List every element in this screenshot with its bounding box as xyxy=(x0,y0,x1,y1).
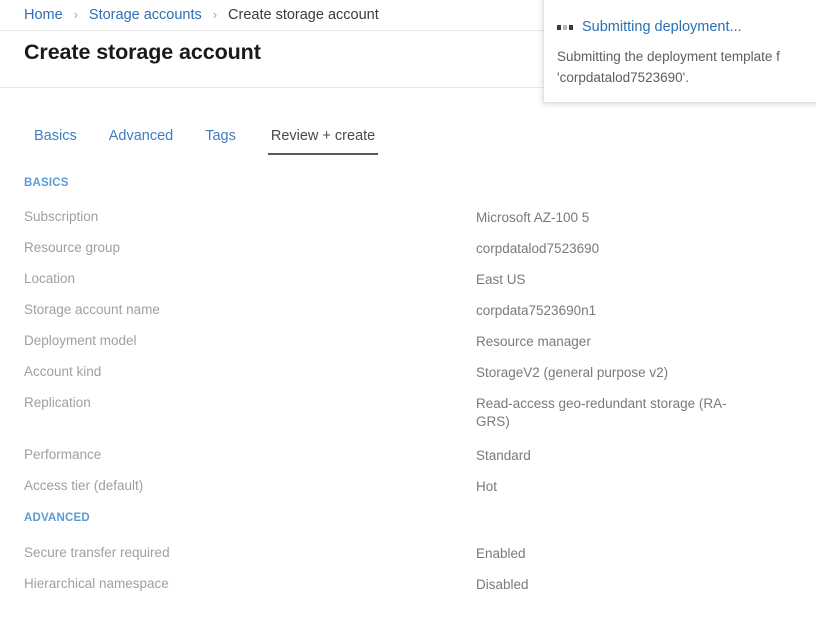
page-title: Create storage account xyxy=(24,40,261,64)
tab-review-create[interactable]: Review + create xyxy=(267,128,379,155)
breadcrumb-separator-icon: › xyxy=(212,8,217,22)
row-value: Hot xyxy=(476,479,498,494)
breadcrumb-item-storage-accounts[interactable]: Storage accounts xyxy=(89,7,202,23)
in-progress-icon xyxy=(557,24,573,30)
row-label: Replication xyxy=(24,395,91,410)
notification-toast[interactable]: Submitting deployment... Submitting the … xyxy=(543,0,816,103)
row-value: Microsoft AZ-100 5 xyxy=(476,210,590,225)
row-value: corpdata7523690n1 xyxy=(476,303,597,318)
row-value: corpdatalod7523690 xyxy=(476,241,600,256)
notification-body-line-1: Submitting the deployment template f xyxy=(557,49,780,64)
breadcrumb: Home › Storage accounts › Create storage… xyxy=(24,6,379,24)
row-label: Account kind xyxy=(24,364,102,379)
section-heading-basics: BASICS xyxy=(24,177,69,189)
row-value: Enabled xyxy=(476,546,526,561)
row-label: Deployment model xyxy=(24,333,137,348)
row-label: Location xyxy=(24,271,76,286)
row-label: Secure transfer required xyxy=(24,545,170,560)
row-label: Hierarchical namespace xyxy=(24,576,169,591)
breadcrumb-item-create-storage-account: Create storage account xyxy=(228,7,379,23)
notification-body-line-2: 'corpdatalod7523690'. xyxy=(557,70,690,85)
row-label: Access tier (default) xyxy=(24,478,144,493)
tab-advanced[interactable]: Advanced xyxy=(109,128,174,155)
section-heading-advanced: ADVANCED xyxy=(24,512,90,524)
notification-body: Submitting the deployment template f 'co… xyxy=(544,35,816,88)
row-value: Read-access geo-redundant storage (RA-GR… xyxy=(476,396,727,429)
notification-header: Submitting deployment... xyxy=(544,19,816,35)
tab-basics[interactable]: Basics xyxy=(34,128,77,155)
row-label: Performance xyxy=(24,447,102,462)
tab-tags[interactable]: Tags xyxy=(205,128,236,155)
row-label: Resource group xyxy=(24,240,121,255)
notification-title[interactable]: Submitting deployment... xyxy=(582,19,742,35)
row-value: East US xyxy=(476,272,526,287)
row-label: Storage account name xyxy=(24,302,160,317)
wizard-tabs: Basics Advanced Tags Review + create xyxy=(34,128,379,155)
row-label: Subscription xyxy=(24,209,99,224)
row-value: Disabled xyxy=(476,577,529,592)
row-value: Standard xyxy=(476,448,531,463)
breadcrumb-separator-icon: › xyxy=(73,8,78,22)
row-value: Resource manager xyxy=(476,334,591,349)
row-value: StorageV2 (general purpose v2) xyxy=(476,365,669,380)
breadcrumb-item-home[interactable]: Home xyxy=(24,7,63,23)
